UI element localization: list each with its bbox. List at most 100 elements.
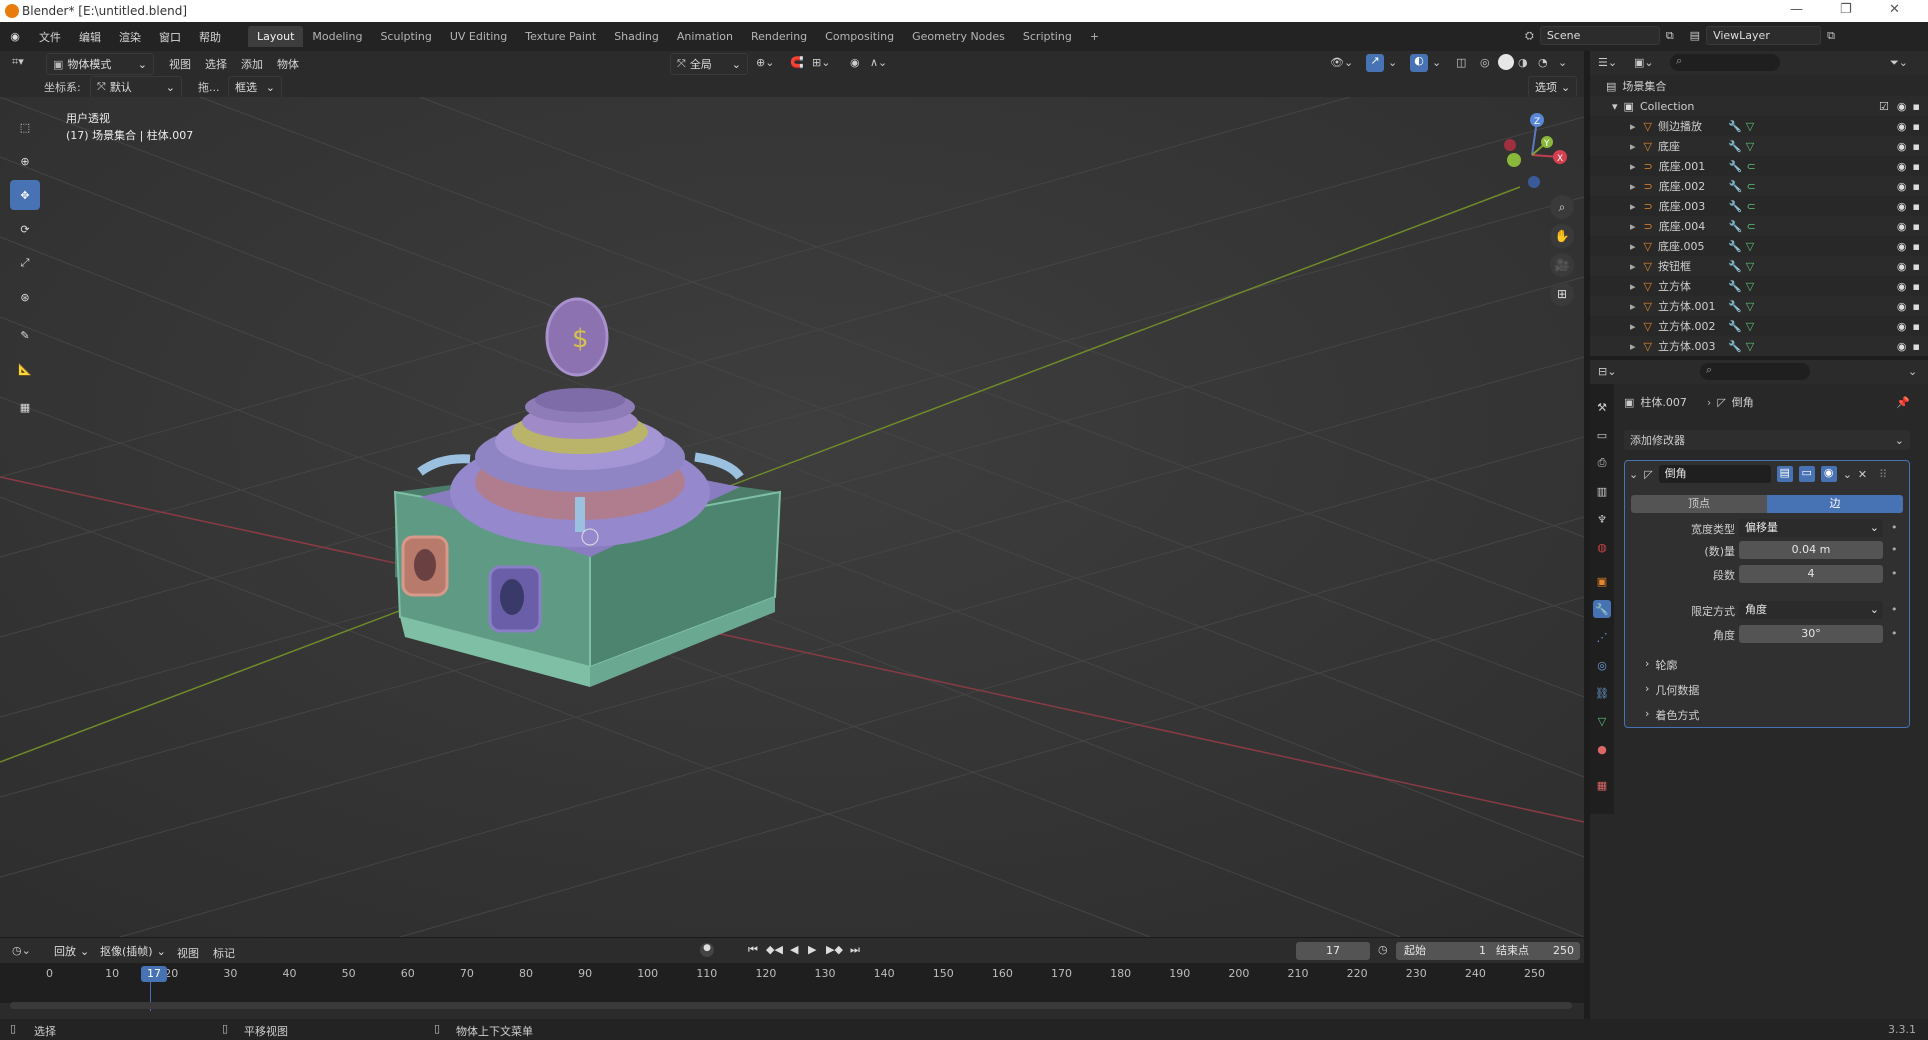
- scale-tool-icon[interactable]: ⤢: [10, 248, 40, 278]
- blender-menu-icon[interactable]: ◉: [0, 30, 30, 43]
- outliner-item[interactable]: ▸ ▽ 底座.005 🔧 ▽ ◉ ▪: [1590, 236, 1928, 256]
- camera-icon[interactable]: ▪: [1913, 120, 1920, 133]
- expand-arrow-icon[interactable]: ▸: [1630, 180, 1636, 193]
- expand-arrow-icon[interactable]: ▸: [1630, 300, 1636, 313]
- add-modifier-button[interactable]: 添加修改器 ⌄: [1624, 430, 1910, 450]
- expand-arrow-icon[interactable]: ▸: [1630, 160, 1636, 173]
- camera-icon[interactable]: ▪: [1913, 180, 1920, 193]
- timeline-view-menu[interactable]: 视图: [170, 945, 206, 961]
- menu-file[interactable]: 文件: [30, 29, 70, 45]
- camera-icon[interactable]: ▪: [1913, 220, 1920, 233]
- camera-icon[interactable]: ▪: [1913, 160, 1920, 173]
- mode-selector[interactable]: ▣ 物体模式 ⌄: [46, 53, 154, 75]
- modifier-menu-icon[interactable]: ⌄: [1843, 468, 1852, 481]
- camera-icon[interactable]: ▪: [1913, 100, 1920, 113]
- coord-dropdown[interactable]: ⤧ 默认 ⌄: [90, 76, 182, 98]
- measure-tool-icon[interactable]: 📐: [10, 354, 40, 384]
- outliner-collection[interactable]: ▾ ▣ Collection ☑ ◉ ▪: [1590, 96, 1928, 116]
- output-tab-icon[interactable]: ⎙: [1593, 454, 1611, 472]
- camera-icon[interactable]: ▪: [1913, 280, 1920, 293]
- timeline-scrollbar[interactable]: [10, 1002, 1572, 1009]
- menu-object[interactable]: 物体: [268, 56, 308, 72]
- rendered-shading-icon[interactable]: ◔: [1538, 56, 1548, 69]
- timeline-type-icon[interactable]: ◷⌄: [12, 944, 31, 957]
- prev-keyframe-icon[interactable]: ◆◀: [766, 943, 783, 956]
- playhead[interactable]: 17: [141, 966, 167, 982]
- collapse-arrow-icon[interactable]: ⌄: [1629, 468, 1638, 481]
- outliner-item[interactable]: ▸ ⊃ 底座.003 🔧 ⊂ ◉ ▪: [1590, 196, 1928, 216]
- eye-icon[interactable]: ◉: [1897, 280, 1907, 293]
- expand-arrow-icon[interactable]: ▸: [1630, 120, 1636, 133]
- ortho-toggle-icon[interactable]: ⊞: [1550, 282, 1574, 306]
- outliner-item[interactable]: ▸ ⊃ 底座.002 🔧 ⊂ ◉ ▪: [1590, 176, 1928, 196]
- mesh-data-icon[interactable]: ▽: [1746, 140, 1754, 153]
- mesh-data-icon[interactable]: ▽: [1746, 280, 1754, 293]
- viewlayer-icon[interactable]: ▤: [1690, 29, 1700, 42]
- tab-modeling[interactable]: Modeling: [303, 26, 371, 47]
- tab-shading[interactable]: Shading: [605, 26, 668, 47]
- eye-icon[interactable]: ◉: [1897, 180, 1907, 193]
- chevron-down-icon[interactable]: ⌄: [1388, 56, 1397, 69]
- modifier-name-input[interactable]: 倒角: [1658, 465, 1771, 483]
- select-box-tool-icon[interactable]: ⬚: [10, 112, 40, 142]
- checkbox-icon[interactable]: ☑: [1879, 100, 1889, 113]
- outliner-scene-collection[interactable]: ▤ 场景集合: [1590, 76, 1928, 96]
- outliner-item[interactable]: ▸ ▽ 底座 🔧 ▽ ◉ ▪: [1590, 136, 1928, 156]
- view-layer-tab-icon[interactable]: ▥: [1593, 482, 1611, 500]
- menu-help[interactable]: 帮助: [190, 29, 230, 45]
- camera-view-icon[interactable]: 🎥: [1550, 253, 1574, 277]
- move-tool-icon[interactable]: ✥: [10, 180, 40, 210]
- outliner-item[interactable]: ▸ ▽ 立方体.002 🔧 ▽ ◉ ▪: [1590, 316, 1928, 336]
- tab-uv-editing[interactable]: UV Editing: [441, 26, 516, 47]
- eye-icon[interactable]: ◉: [1897, 340, 1907, 353]
- outliner-item[interactable]: ▸ ▽ 侧边播放 🔧 ▽ ◉ ▪: [1590, 116, 1928, 136]
- eye-icon[interactable]: ◉: [1897, 200, 1907, 213]
- eye-icon[interactable]: ◉: [1897, 300, 1907, 313]
- physics-tab-icon[interactable]: ◎: [1593, 656, 1611, 674]
- world-tab-icon[interactable]: ◍: [1593, 538, 1611, 556]
- maximize-icon[interactable]: ❐: [1840, 2, 1852, 17]
- jump-end-icon[interactable]: ⏭: [850, 943, 860, 957]
- outliner-search-input[interactable]: ⌕: [1670, 54, 1780, 71]
- curve-data-icon[interactable]: ⊂: [1746, 220, 1755, 233]
- gizmo-toggle-icon[interactable]: ↗: [1366, 54, 1384, 72]
- expand-arrow-icon[interactable]: ▸: [1630, 320, 1636, 333]
- outliner-item[interactable]: ▸ ▽ 立方体.003 🔧 ▽ ◉ ▪: [1590, 336, 1928, 356]
- properties-type-icon[interactable]: ⊟⌄: [1598, 365, 1616, 378]
- pin-icon[interactable]: 📌: [1896, 396, 1910, 409]
- modifier-icon[interactable]: 🔧: [1729, 200, 1743, 213]
- mesh-data-icon[interactable]: ▽: [1746, 120, 1754, 133]
- camera-icon[interactable]: ▪: [1913, 140, 1920, 153]
- display-mode-icon[interactable]: ▣⌄: [1634, 56, 1654, 69]
- affect-edges-button[interactable]: 边: [1767, 495, 1903, 513]
- eye-icon[interactable]: ◉: [1897, 160, 1907, 173]
- keyframe-dot-icon[interactable]: •: [1891, 603, 1898, 616]
- mesh-data-icon[interactable]: ▽: [1746, 240, 1754, 253]
- viewport-toggle-icon[interactable]: ▭: [1798, 466, 1815, 482]
- add-cube-tool-icon[interactable]: ▦: [10, 392, 40, 422]
- modifier-icon[interactable]: 🔧: [1728, 300, 1742, 313]
- segments-field[interactable]: 4: [1739, 565, 1883, 583]
- amount-field[interactable]: 0.04 m: [1739, 541, 1883, 559]
- subpanel-profile[interactable]: › 轮廓: [1645, 657, 1677, 673]
- outliner-item[interactable]: ▸ ⊃ 底座.001 🔧 ⊂ ◉ ▪: [1590, 156, 1928, 176]
- overlays-icon[interactable]: ◐: [1410, 54, 1428, 72]
- menu-view[interactable]: 视图: [160, 56, 200, 72]
- constraints-tab-icon[interactable]: ⛓: [1593, 684, 1611, 702]
- tab-scripting[interactable]: Scripting: [1014, 26, 1081, 47]
- expand-arrow-icon[interactable]: ▸: [1630, 200, 1636, 213]
- scene-tab-icon[interactable]: ♆: [1593, 510, 1611, 528]
- menu-add[interactable]: 添加: [232, 56, 272, 72]
- new-scene-icon[interactable]: ⧉: [1666, 29, 1674, 43]
- camera-icon[interactable]: ▪: [1913, 300, 1920, 313]
- render-toggle-icon[interactable]: ◉: [1820, 466, 1837, 482]
- expand-arrow-icon[interactable]: ▸: [1630, 340, 1636, 353]
- camera-icon[interactable]: ▪: [1913, 340, 1920, 353]
- tab-sculpting[interactable]: Sculpting: [371, 26, 440, 47]
- modifier-icon[interactable]: 🔧: [1729, 220, 1743, 233]
- subpanel-geometry[interactable]: › 几何数据: [1645, 682, 1699, 698]
- eye-icon[interactable]: ◉: [1897, 240, 1907, 253]
- timeline-ruler[interactable]: 0 10 20 30 40 50 60 70 80 90 100 110 120 130 140 150 160…: [0, 963, 1584, 1003]
- solid-shading-icon[interactable]: [1498, 54, 1514, 70]
- end-frame-field[interactable]: 结束点 250: [1490, 942, 1580, 960]
